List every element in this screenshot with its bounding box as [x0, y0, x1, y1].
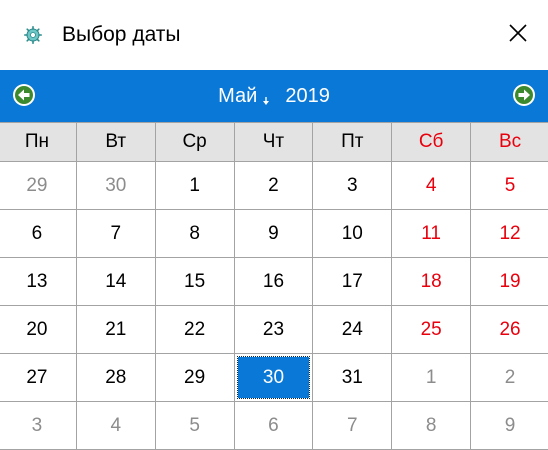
other-month-day-cell[interactable]: 2	[470, 353, 548, 402]
calendar-week-row: 13 14 15 16 17 18 19	[0, 257, 548, 306]
weekday-header-row: Пн Вт Ср Чт Пт Сб Вс	[0, 122, 548, 162]
year-selector[interactable]: 2019	[285, 85, 330, 108]
month-year-display: Май 2019	[0, 70, 548, 122]
month-label: Май	[218, 84, 258, 107]
day-cell[interactable]: 14	[75, 257, 156, 306]
day-cell[interactable]: 9	[233, 209, 314, 258]
weekend-day-cell[interactable]: 12	[470, 209, 548, 258]
weekend-day-cell[interactable]: 4	[391, 161, 472, 210]
day-cell[interactable]: 17	[312, 257, 393, 306]
weekend-day-cell[interactable]: 18	[391, 257, 472, 306]
weekend-day-cell[interactable]: 25	[391, 305, 472, 354]
selected-day-cell[interactable]: 30	[233, 353, 314, 402]
other-month-day-cell[interactable]: 4	[75, 401, 156, 450]
calendar-week-row: 3456789	[0, 401, 548, 450]
day-cell[interactable]: 10	[312, 209, 393, 258]
day-cell[interactable]: 29	[154, 353, 235, 402]
day-cell[interactable]: 15	[154, 257, 235, 306]
month-navigation-bar: Май 2019	[0, 70, 548, 122]
calendar-app-icon	[24, 26, 43, 45]
day-cell[interactable]: 21	[75, 305, 156, 354]
day-cell[interactable]: 1	[154, 161, 235, 210]
weekend-day-cell[interactable]: 26	[470, 305, 548, 354]
day-cell[interactable]: 6	[0, 209, 77, 258]
arrow-right-icon	[513, 84, 535, 106]
day-cell[interactable]: 31	[312, 353, 393, 402]
day-cell[interactable]: 28	[75, 353, 156, 402]
day-cell[interactable]: 2	[233, 161, 314, 210]
calendar-table: Пн Вт Ср Чт Пт Сб Вс 29 30 1 2 3 4 5 6 7 8 9 10 11 12…	[0, 122, 548, 450]
title-bar: Выбор даты	[0, 0, 548, 70]
weekday-header: Пт	[312, 122, 393, 162]
other-month-day-cell[interactable]: 8	[391, 401, 472, 450]
next-month-button[interactable]	[512, 83, 536, 107]
calendar-week-row: 20 21 22 23 24 25 26	[0, 305, 548, 354]
weekday-header: Вт	[75, 122, 156, 162]
weekend-day-cell[interactable]: 11	[391, 209, 472, 258]
close-icon	[508, 23, 528, 48]
weekend-day-cell[interactable]: 5	[470, 161, 548, 210]
month-selector[interactable]: Май	[218, 85, 271, 108]
calendar-week-row: 6 7 8 9 10 11 12	[0, 209, 548, 258]
weekday-header-weekend: Вс	[470, 122, 548, 162]
weekday-header: Чт	[233, 122, 314, 162]
day-cell[interactable]: 8	[154, 209, 235, 258]
day-cell[interactable]: 24	[312, 305, 393, 354]
day-cell[interactable]: 3	[312, 161, 393, 210]
previous-month-button[interactable]	[12, 83, 36, 107]
calendar-week-row: 29 30 1 2 3 4 5	[0, 161, 548, 210]
other-month-day-cell[interactable]: 5	[154, 401, 235, 450]
other-month-day-cell[interactable]: 6	[233, 401, 314, 450]
other-month-day-cell[interactable]: 30	[75, 161, 156, 210]
day-cell[interactable]: 22	[154, 305, 235, 354]
window-title: Выбор даты	[62, 23, 181, 46]
day-cell[interactable]: 20	[0, 305, 77, 354]
weekday-header-weekend: Сб	[391, 122, 472, 162]
weekday-header: Пн	[0, 122, 77, 162]
day-cell[interactable]: 27	[0, 353, 77, 402]
other-month-day-cell[interactable]: 1	[391, 353, 472, 402]
day-cell[interactable]: 16	[233, 257, 314, 306]
arrow-left-icon	[13, 84, 35, 106]
calendar-week-row: 27 28 29 30 31 1 2	[0, 353, 548, 402]
weekend-day-cell[interactable]: 19	[470, 257, 548, 306]
other-month-day-cell[interactable]: 9	[470, 401, 548, 450]
selected-day-highlight: 30	[236, 356, 311, 399]
other-month-day-cell[interactable]: 7	[312, 401, 393, 450]
weekday-header: Ср	[154, 122, 235, 162]
day-cell[interactable]: 13	[0, 257, 77, 306]
other-month-day-cell[interactable]: 29	[0, 161, 77, 210]
day-cell[interactable]: 7	[75, 209, 156, 258]
other-month-day-cell[interactable]: 3	[0, 401, 77, 450]
caret-down-icon	[263, 97, 270, 105]
close-button[interactable]	[488, 0, 548, 70]
day-cell[interactable]: 23	[233, 305, 314, 354]
calendar-grid: Пн Вт Ср Чт Пт Сб Вс 29 30 1 2 3 4 5 6 7 8 9 10 11 12…	[0, 122, 548, 450]
